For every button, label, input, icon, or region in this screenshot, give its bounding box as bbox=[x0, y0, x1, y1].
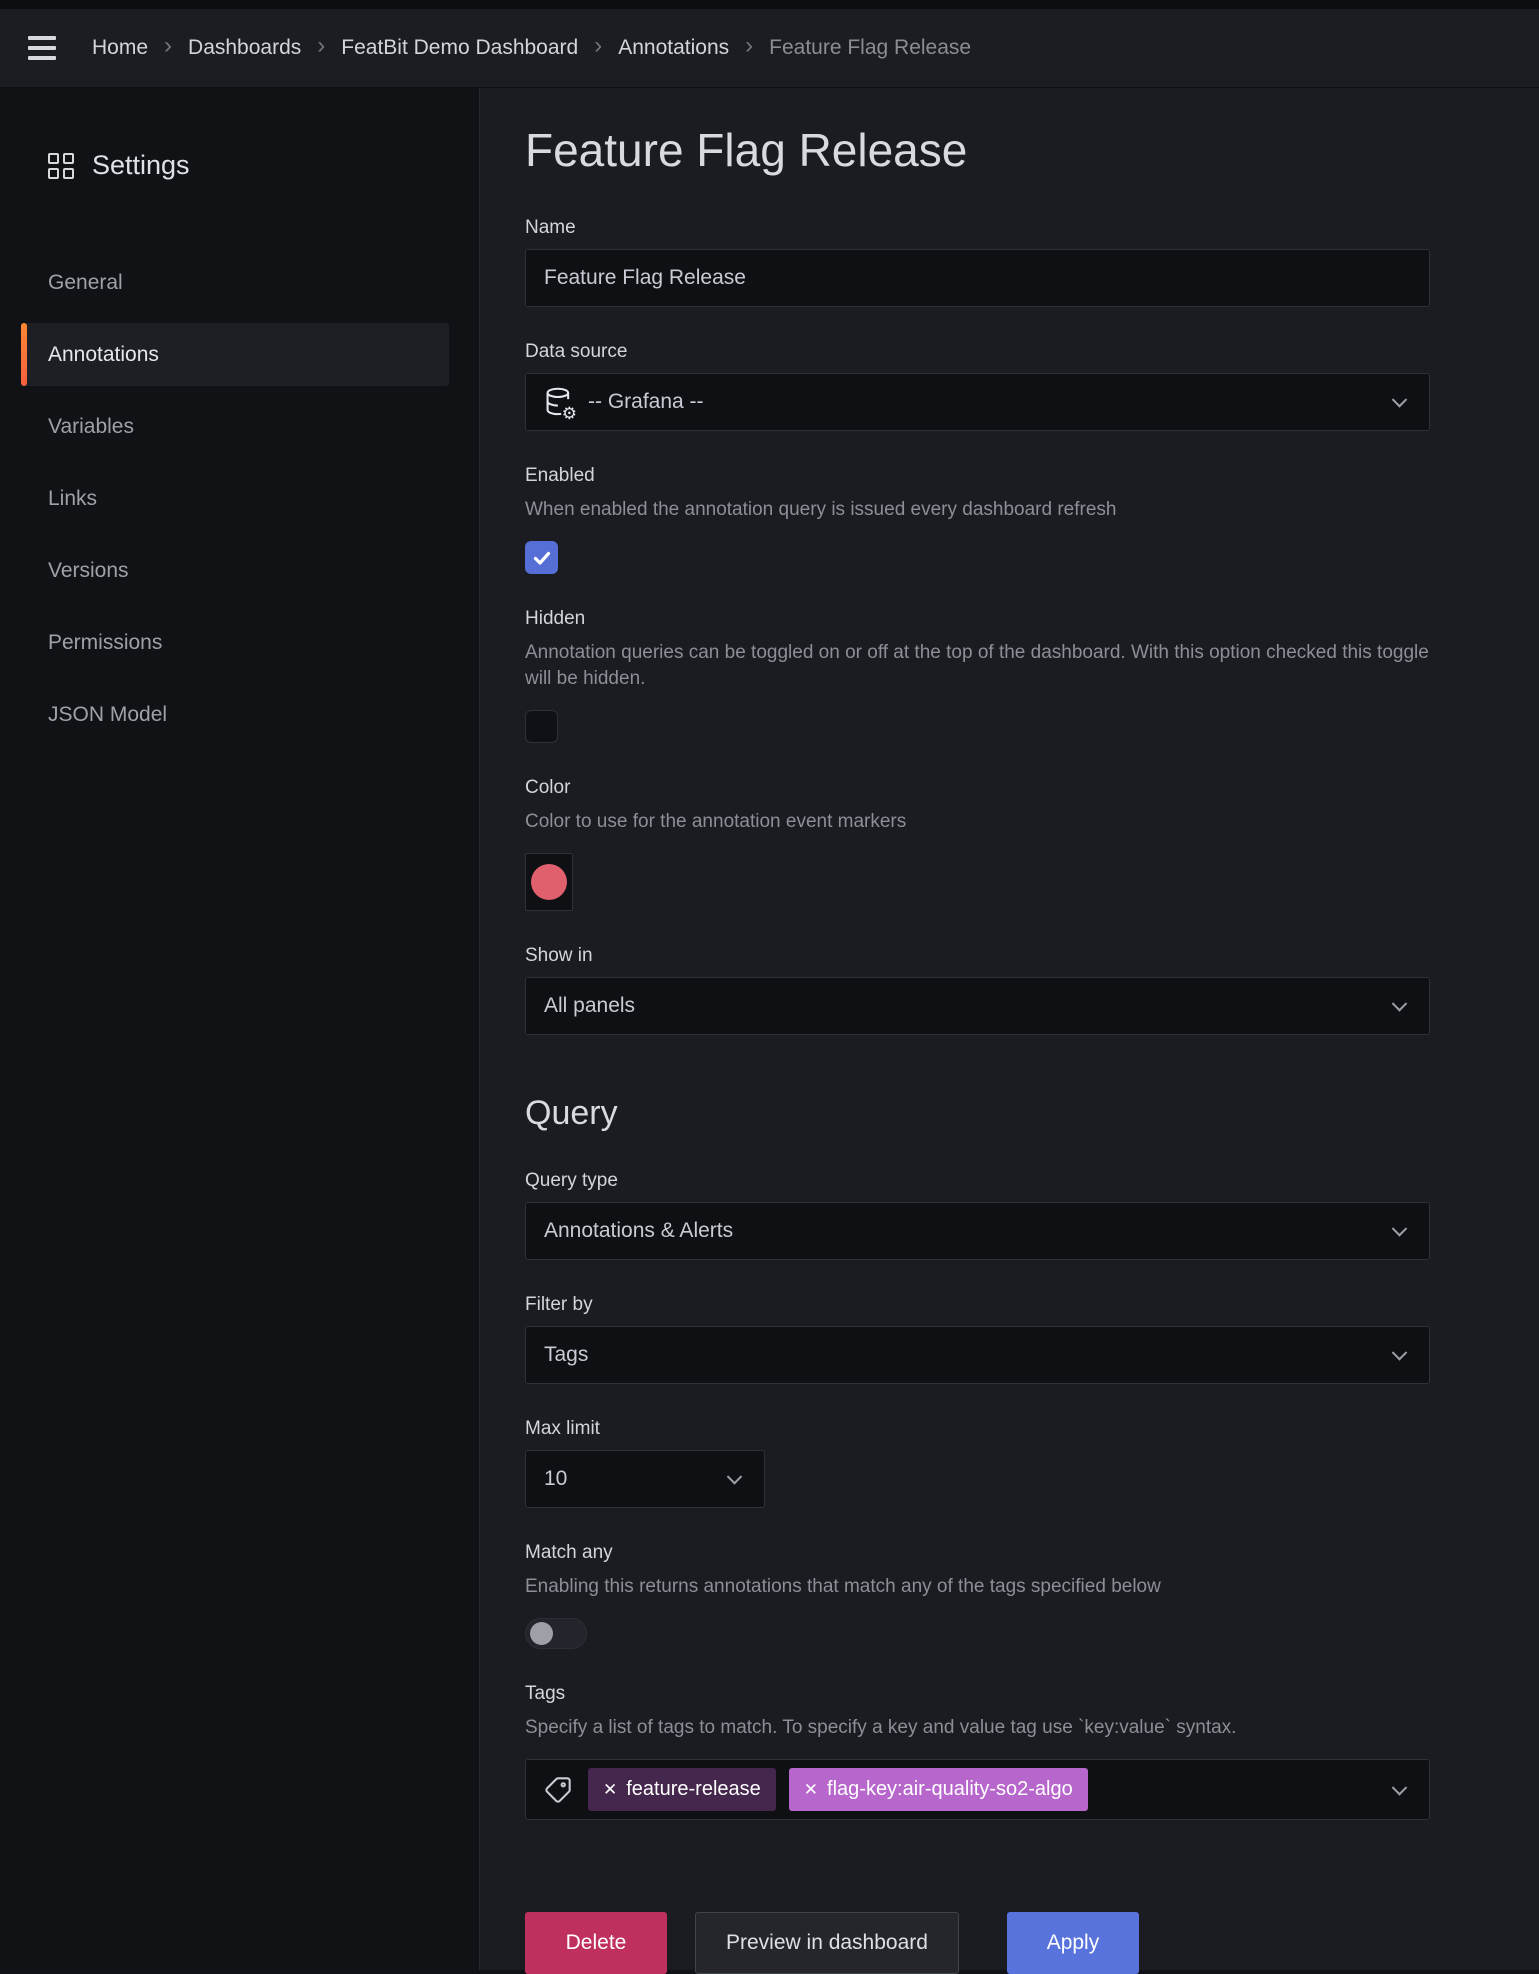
sidebar-item-label: Annotations bbox=[48, 343, 159, 367]
settings-sidebar: Settings General Annotations Variables L… bbox=[0, 88, 480, 1970]
gear-icon: ⚙ bbox=[562, 405, 577, 422]
tag-chip-feature-release: ✕ feature-release bbox=[588, 1768, 776, 1811]
breadcrumb-separator: › bbox=[317, 34, 325, 62]
sidebar-item-annotations[interactable]: Annotations bbox=[21, 323, 449, 386]
breadcrumb-separator: › bbox=[594, 34, 602, 62]
breadcrumb: Home › Dashboards › FeatBit Demo Dashboa… bbox=[92, 34, 971, 62]
filter-by-field-group: Filter by Tags bbox=[525, 1293, 1430, 1384]
apps-grid-icon bbox=[48, 153, 74, 179]
data-source-value: -- Grafana -- bbox=[588, 390, 704, 414]
sidebar-item-variables[interactable]: Variables bbox=[21, 395, 449, 458]
tag-chip-flag-key: ✕ flag-key:air-quality-so2-algo bbox=[789, 1768, 1088, 1811]
tags-input[interactable]: ✕ feature-release ✕ flag-key:air-quality… bbox=[525, 1759, 1430, 1820]
sidebar-item-permissions[interactable]: Permissions bbox=[21, 611, 449, 674]
annotation-color-dot bbox=[531, 864, 567, 900]
query-type-label: Query type bbox=[525, 1169, 1430, 1193]
filter-by-value: Tags bbox=[544, 1343, 588, 1367]
max-limit-value: 10 bbox=[544, 1467, 567, 1491]
hidden-label: Hidden bbox=[525, 607, 1430, 631]
query-type-field-group: Query type Annotations & Alerts bbox=[525, 1169, 1430, 1260]
tag-icon bbox=[544, 1776, 572, 1804]
settings-heading: Settings bbox=[48, 150, 479, 181]
query-section-heading: Query bbox=[525, 1091, 1430, 1135]
hidden-checkbox[interactable] bbox=[525, 710, 558, 743]
settings-nav: General Annotations Variables Links Vers… bbox=[0, 251, 479, 746]
enabled-label: Enabled bbox=[525, 464, 1430, 488]
color-field-group: Color Color to use for the annotation ev… bbox=[525, 776, 1430, 911]
data-source-label: Data source bbox=[525, 340, 1430, 364]
match-any-label: Match any bbox=[525, 1541, 1430, 1565]
query-type-value: Annotations & Alerts bbox=[544, 1219, 733, 1243]
name-label: Name bbox=[525, 216, 1430, 240]
annotation-settings-panel: Feature Flag Release Name Data source bbox=[480, 88, 1539, 1970]
chevron-down-icon bbox=[1392, 996, 1408, 1012]
sidebar-item-general[interactable]: General bbox=[21, 251, 449, 314]
breadcrumb-home[interactable]: Home bbox=[92, 36, 148, 60]
show-in-select[interactable]: All panels bbox=[525, 977, 1430, 1035]
database-gear-icon: ⚙ bbox=[544, 386, 574, 418]
breadcrumb-dashboards[interactable]: Dashboards bbox=[188, 36, 301, 60]
match-any-field-group: Match any Enabling this returns annotati… bbox=[525, 1541, 1430, 1649]
filter-by-label: Filter by bbox=[525, 1293, 1430, 1317]
hidden-description: Annotation queries can be toggled on or … bbox=[525, 640, 1430, 692]
show-in-value: All panels bbox=[544, 994, 635, 1018]
max-limit-field-group: Max limit 10 bbox=[525, 1417, 1430, 1508]
breadcrumb-separator: › bbox=[164, 34, 172, 62]
max-limit-select[interactable]: 10 bbox=[525, 1450, 765, 1508]
settings-heading-label: Settings bbox=[92, 150, 190, 181]
menu-icon[interactable] bbox=[28, 28, 68, 68]
breadcrumb-current-page: Feature Flag Release bbox=[769, 36, 971, 60]
chevron-down-icon bbox=[1392, 1345, 1408, 1361]
breadcrumb-separator: › bbox=[745, 34, 753, 62]
color-picker-button[interactable] bbox=[525, 853, 573, 911]
query-type-select[interactable]: Annotations & Alerts bbox=[525, 1202, 1430, 1260]
hidden-field-group: Hidden Annotation queries can be toggled… bbox=[525, 607, 1430, 743]
action-buttons-row: Delete Preview in dashboard Apply bbox=[525, 1912, 1430, 1974]
check-icon bbox=[532, 548, 552, 568]
filter-by-select[interactable]: Tags bbox=[525, 1326, 1430, 1384]
chevron-down-icon bbox=[727, 1469, 743, 1485]
chevron-down-icon bbox=[1392, 1221, 1408, 1237]
chevron-down-icon bbox=[1392, 1780, 1408, 1796]
breadcrumb-annotations[interactable]: Annotations bbox=[618, 36, 729, 60]
enabled-checkbox[interactable] bbox=[525, 541, 558, 574]
window-top-edge bbox=[0, 0, 1539, 9]
preview-in-dashboard-button[interactable]: Preview in dashboard bbox=[695, 1912, 959, 1974]
color-description: Color to use for the annotation event ma… bbox=[525, 809, 1430, 835]
active-item-accent-bar bbox=[21, 323, 27, 386]
data-source-field-group: Data source ⚙ -- Grafana -- bbox=[525, 340, 1430, 431]
sidebar-item-versions[interactable]: Versions bbox=[21, 539, 449, 602]
tag-chip-label: feature-release bbox=[626, 1778, 761, 1801]
sidebar-item-links[interactable]: Links bbox=[21, 467, 449, 530]
remove-tag-icon[interactable]: ✕ bbox=[603, 1780, 617, 1800]
tag-chip-label: flag-key:air-quality-so2-algo bbox=[827, 1778, 1073, 1801]
toggle-knob bbox=[530, 1622, 553, 1645]
top-navbar: Home › Dashboards › FeatBit Demo Dashboa… bbox=[0, 9, 1539, 88]
name-field-group: Name bbox=[525, 216, 1430, 307]
page-title: Feature Flag Release bbox=[525, 122, 1539, 178]
apply-button[interactable]: Apply bbox=[1007, 1912, 1139, 1974]
match-any-description: Enabling this returns annotations that m… bbox=[525, 1574, 1430, 1600]
tags-description: Specify a list of tags to match. To spec… bbox=[525, 1715, 1430, 1741]
delete-button[interactable]: Delete bbox=[525, 1912, 667, 1974]
name-input[interactable] bbox=[525, 249, 1430, 307]
enabled-description: When enabled the annotation query is iss… bbox=[525, 497, 1430, 523]
color-label: Color bbox=[525, 776, 1430, 800]
max-limit-label: Max limit bbox=[525, 1417, 1430, 1441]
remove-tag-icon[interactable]: ✕ bbox=[804, 1780, 818, 1800]
data-source-select[interactable]: ⚙ -- Grafana -- bbox=[525, 373, 1430, 431]
show-in-label: Show in bbox=[525, 944, 1430, 968]
match-any-toggle[interactable] bbox=[525, 1618, 587, 1649]
show-in-field-group: Show in All panels bbox=[525, 944, 1430, 1035]
tags-label: Tags bbox=[525, 1682, 1430, 1706]
enabled-field-group: Enabled When enabled the annotation quer… bbox=[525, 464, 1430, 574]
sidebar-item-json-model[interactable]: JSON Model bbox=[21, 683, 449, 746]
breadcrumb-dashboard-name[interactable]: FeatBit Demo Dashboard bbox=[341, 36, 578, 60]
tags-field-group: Tags Specify a list of tags to match. To… bbox=[525, 1682, 1430, 1820]
chevron-down-icon bbox=[1392, 392, 1408, 408]
